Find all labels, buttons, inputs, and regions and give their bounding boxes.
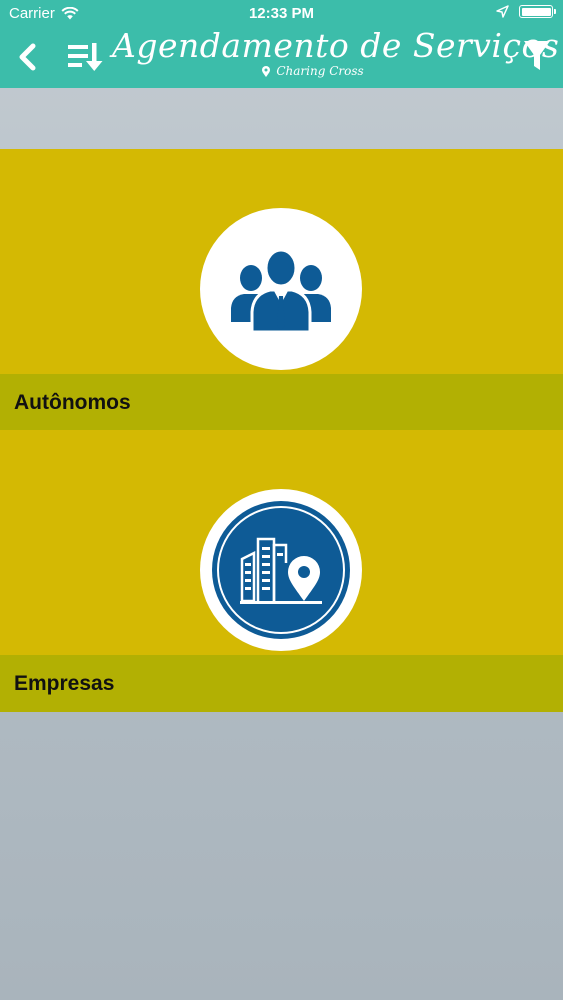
title-block: Agendamento de Serviços Charing Cross [112, 26, 560, 86]
category-label-bar: Empresas [0, 655, 563, 712]
category-card-autonomos[interactable]: Autônomos [0, 149, 563, 431]
location-row: Charing Cross [112, 64, 514, 78]
battery-icon [519, 5, 556, 18]
map-pin-icon [262, 65, 271, 77]
category-card-empresas[interactable]: Empresas [0, 430, 563, 712]
navigation-bar: Agendamento de Serviços Charing Cross [0, 26, 563, 88]
page-title: Agendamento de Serviços [112, 26, 560, 65]
people-group-icon [231, 248, 331, 334]
category-icon-circle [200, 208, 362, 370]
category-label: Empresas [14, 672, 115, 695]
back-icon[interactable] [12, 40, 44, 74]
location-arrow-icon [496, 5, 509, 18]
clock: 12:33 PM [248, 5, 315, 22]
category-label-bar: Autônomos [0, 374, 563, 431]
filter-icon[interactable] [523, 38, 551, 74]
location-label: Charing Cross [276, 64, 364, 78]
building-location-icon [212, 501, 350, 639]
sort-icon[interactable] [66, 39, 104, 75]
category-label: Autônomos [14, 391, 131, 414]
status-bar: Carrier 12:33 PM [0, 0, 563, 28]
category-icon-circle [200, 489, 362, 651]
